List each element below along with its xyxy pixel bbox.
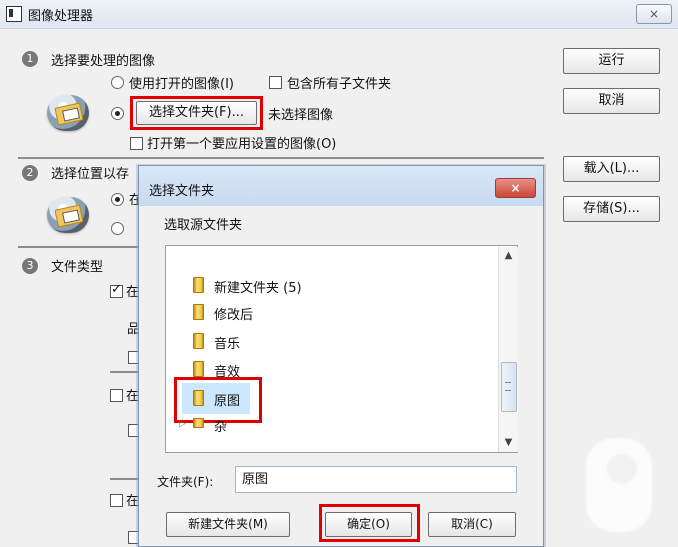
scrollbar-thumb[interactable] <box>501 362 517 412</box>
watermark-shape <box>586 438 652 532</box>
folder-field-label: 文件夹(F): <box>157 475 214 489</box>
include-subfolders-label: 包含所有子文件夹 <box>287 77 392 92</box>
dialog-close-button[interactable]: × <box>495 178 536 198</box>
file-type-checkbox-3[interactable] <box>110 389 123 402</box>
dialog-title: 选择文件夹 <box>149 184 215 199</box>
section-1-number: 1 <box>22 51 38 67</box>
folder-item-new-folder[interactable]: 新建文件夹 (5) <box>214 277 302 296</box>
folder-icon <box>193 418 204 428</box>
select-folder-button[interactable]: 选择文件夹(F)... <box>136 101 257 125</box>
section-divider-3 <box>110 371 138 373</box>
window-title: 图像处理器 <box>28 9 94 24</box>
folder-icon <box>193 390 204 406</box>
load-button[interactable]: 载入(L)... <box>563 156 660 182</box>
select-folder-radio[interactable] <box>111 107 124 120</box>
cancel-button[interactable]: 取消 <box>563 88 660 114</box>
save-location-radio-1[interactable] <box>111 193 124 206</box>
folder-icon <box>193 361 204 377</box>
folder-icon <box>193 304 204 320</box>
folder-item-misc[interactable]: 杂 <box>214 416 227 435</box>
section-divider-2 <box>18 246 138 248</box>
use-open-images-radio[interactable] <box>111 76 124 89</box>
image-folder-icon <box>47 95 89 131</box>
include-subfolders-checkbox[interactable] <box>269 76 282 89</box>
open-first-image-checkbox[interactable] <box>130 137 143 150</box>
section-3-title: 文件类型 <box>51 260 104 275</box>
save-location-radio-2[interactable] <box>111 222 124 235</box>
select-folder-dialog: 选择文件夹 × 选取源文件夹 新建文件夹 (5) 修改后 音乐 音效 原图 ▷ … <box>138 165 544 547</box>
folder-item-music[interactable]: 音乐 <box>214 333 240 352</box>
use-open-images-label: 使用打开的图像(I) <box>129 77 234 92</box>
expand-arrow-icon[interactable]: ▷ <box>179 419 186 429</box>
dialog-cancel-button[interactable]: 取消(C) <box>428 512 516 537</box>
no-image-selected-text: 未选择图像 <box>268 108 334 123</box>
section-1-title: 选择要处理的图像 <box>51 54 156 69</box>
file-type-checkbox-1[interactable] <box>110 282 123 298</box>
app-window-icon <box>6 6 22 22</box>
file-type-checkbox-5[interactable] <box>110 494 123 507</box>
section-3-number: 3 <box>22 258 38 274</box>
ok-button[interactable]: 确定(O) <box>325 512 412 537</box>
folder-icon <box>193 277 204 293</box>
section-divider-4 <box>110 478 138 480</box>
section-2-number: 2 <box>22 165 38 181</box>
new-folder-button[interactable]: 新建文件夹(M) <box>166 512 290 537</box>
section-divider <box>18 157 544 159</box>
folder-tree-scrollbar[interactable]: ▲ ▼ <box>498 247 518 452</box>
folder-item-original[interactable]: 原图 <box>214 390 240 409</box>
folder-path-input[interactable]: 原图 <box>235 466 517 493</box>
parent-close-button[interactable]: × <box>636 4 672 24</box>
open-first-image-label: 打开第一个要应用设置的图像(O) <box>147 137 337 152</box>
dialog-titlebar: 选择文件夹 × <box>139 166 543 206</box>
parent-titlebar: 图像处理器 × <box>0 0 678 29</box>
run-button[interactable]: 运行 <box>563 48 660 74</box>
save-location-icon <box>47 197 89 233</box>
folder-icon <box>193 333 204 349</box>
scroll-down-arrow-icon[interactable]: ▼ <box>499 434 518 451</box>
folder-tree[interactable]: 新建文件夹 (5) 修改后 音乐 音效 原图 ▷ 杂 ▲ ▼ <box>165 245 518 453</box>
save-settings-button[interactable]: 存储(S)... <box>563 196 660 222</box>
dialog-prompt: 选取源文件夹 <box>164 218 243 233</box>
folder-item-modified[interactable]: 修改后 <box>214 304 253 323</box>
section-2-title: 选择位置以存 <box>51 167 130 182</box>
scroll-up-arrow-icon[interactable]: ▲ <box>499 247 518 264</box>
